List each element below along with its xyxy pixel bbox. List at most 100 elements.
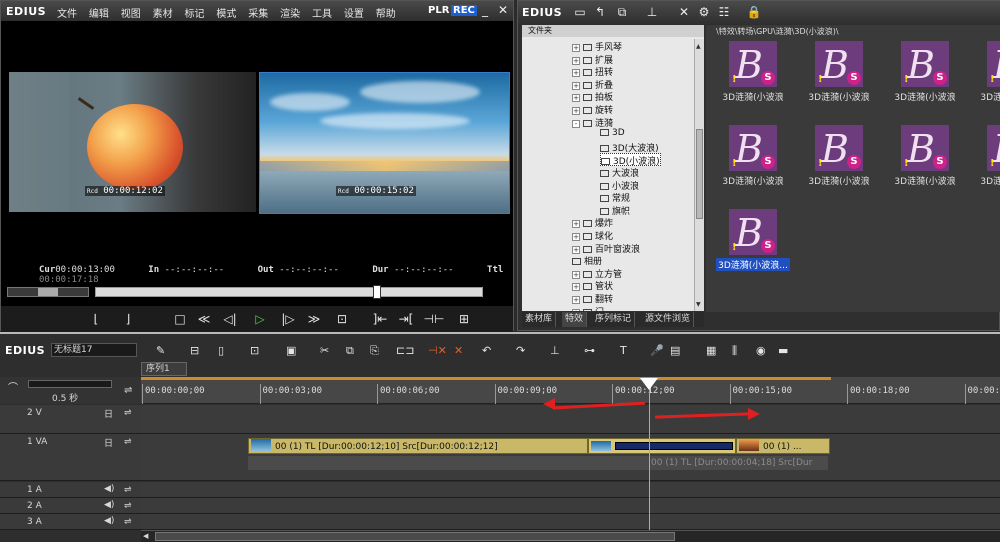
- stop-icon[interactable]: □: [169, 310, 191, 328]
- folder-item[interactable]: 常规: [600, 191, 630, 204]
- folder-item[interactable]: + 折叠: [572, 78, 613, 91]
- scroll-thumb[interactable]: [155, 532, 675, 541]
- folder-item[interactable]: 3D(小波浪): [600, 153, 661, 167]
- folder-item[interactable]: + 旋转: [572, 103, 613, 116]
- timeline-scrollbar[interactable]: ◀: [141, 530, 1000, 542]
- play-icon[interactable]: ▷: [249, 310, 271, 328]
- layout-icon[interactable]: ▦: [706, 344, 716, 357]
- tab-bin[interactable]: 素材库: [522, 312, 557, 327]
- render-icon[interactable]: ▤: [670, 344, 680, 357]
- sync-icon[interactable]: ⇌: [124, 437, 132, 447]
- sync-icon[interactable]: ⇌: [124, 408, 132, 418]
- video-mute-icon[interactable]: 日: [104, 436, 113, 449]
- expand-icon[interactable]: +: [572, 283, 580, 292]
- menu-clip[interactable]: 素材: [153, 5, 173, 20]
- rewind-icon[interactable]: ≪: [193, 310, 215, 328]
- menu-settings[interactable]: 设置: [344, 5, 364, 20]
- properties-icon[interactable]: ⚙: [696, 5, 712, 19]
- folder-item[interactable]: + 管状: [572, 279, 613, 292]
- save-icon[interactable]: ▣: [286, 344, 296, 357]
- tab-sequence-markers[interactable]: 序列标记: [592, 312, 636, 327]
- delete-icon[interactable]: ✕: [676, 5, 692, 19]
- video-mute-icon[interactable]: 日: [104, 407, 113, 420]
- expand-icon[interactable]: +: [572, 44, 580, 52]
- folder-item[interactable]: +门: [572, 305, 604, 311]
- sequence-menu-icon[interactable]: ✎: [156, 344, 165, 357]
- position-bar[interactable]: [95, 287, 483, 297]
- folder-item[interactable]: + 手风琴: [572, 40, 622, 53]
- overwrite-icon[interactable]: ⇥[: [395, 310, 417, 328]
- tab-source-browser[interactable]: 源文件浏览: [642, 312, 695, 327]
- folder-item[interactable]: + 扭转: [572, 65, 613, 78]
- effect-thumbnail[interactable]: B! S 3D涟漪(小波浪: [716, 125, 790, 191]
- snap-icon[interactable]: ⊥: [550, 344, 560, 357]
- effect-thumbnail[interactable]: B! S 3D涟漪(小波浪: [802, 125, 876, 191]
- replace-icon[interactable]: ⊏⊐: [396, 344, 414, 357]
- effect-thumbnail[interactable]: B! S 3D涟漪(小波浪...: [716, 209, 790, 275]
- sync-icon[interactable]: ⇌: [124, 485, 132, 495]
- menu-mode[interactable]: 模式: [216, 5, 236, 20]
- expand-icon[interactable]: +: [572, 69, 580, 78]
- step-forward-icon[interactable]: |▷: [277, 310, 299, 328]
- expand-icon[interactable]: +: [572, 56, 580, 65]
- folder-item[interactable]: + 拍板: [572, 90, 613, 103]
- expand-icon[interactable]: +: [572, 245, 580, 254]
- track-header[interactable]: 3 A ◀) ⇌: [0, 514, 141, 530]
- folder-item[interactable]: - 涟漪: [572, 116, 613, 129]
- folder-icon[interactable]: ▭: [572, 5, 588, 19]
- speaker-icon[interactable]: ◀): [104, 516, 114, 526]
- ripple-icon[interactable]: ⇌: [124, 385, 132, 396]
- new-project-icon[interactable]: ▯: [218, 344, 224, 357]
- menu-capture[interactable]: 采集: [248, 5, 268, 20]
- group-icon[interactable]: ⊶: [584, 344, 595, 357]
- expand-icon[interactable]: +: [572, 270, 580, 279]
- copy-icon[interactable]: ⧉: [614, 5, 630, 20]
- expand-icon[interactable]: +: [572, 308, 580, 311]
- close-icon[interactable]: ✕: [495, 3, 511, 17]
- copy-clip-icon[interactable]: ⧉: [346, 344, 354, 358]
- menu-file[interactable]: 文件: [57, 5, 77, 20]
- track-header[interactable]: 2 V 日 ⇌: [0, 405, 141, 434]
- playhead[interactable]: [649, 379, 650, 542]
- undo-icon[interactable]: ↶: [482, 344, 491, 357]
- menu-view[interactable]: 视图: [121, 5, 141, 20]
- folder-item[interactable]: + 球化: [572, 229, 613, 242]
- folder-item[interactable]: + 爆炸: [572, 216, 613, 229]
- settings-menu-icon[interactable]: ▬: [778, 344, 788, 357]
- expand-icon[interactable]: +: [572, 233, 580, 241]
- clip-1[interactable]: 00 (1) TL [Dur:00:00:12;10] Src[Dur:00:0…: [248, 438, 588, 454]
- shuttle-slider[interactable]: [7, 287, 89, 297]
- rec-button[interactable]: REC: [451, 5, 477, 16]
- folder-scrollbar[interactable]: ▲ ▼: [694, 39, 704, 311]
- tab-effects[interactable]: 特效: [562, 312, 588, 327]
- folder-item[interactable]: 3D: [600, 128, 625, 141]
- loop-icon[interactable]: ⊡: [331, 310, 353, 328]
- clip-2[interactable]: 00 (1) ...: [736, 438, 830, 454]
- shuttle-handle[interactable]: [38, 288, 58, 296]
- effect-thumbnail[interactable]: B! S 3D涟漪(小波浪: [716, 41, 790, 107]
- expand-icon[interactable]: +: [572, 296, 580, 304]
- sequence-tab[interactable]: 序列1: [141, 362, 187, 376]
- effect-thumbnail[interactable]: B! S 3D涟漪(小波浪: [888, 41, 962, 107]
- open-project-icon[interactable]: ⊡: [250, 344, 259, 357]
- redo-icon[interactable]: ↷: [516, 344, 525, 357]
- mixer-icon[interactable]: ⫼: [732, 344, 737, 358]
- sync-icon[interactable]: ⇌: [124, 501, 132, 511]
- set-in-icon[interactable]: ⌊: [85, 310, 107, 328]
- add-track-icon[interactable]: ⊥: [644, 5, 660, 19]
- folder-item[interactable]: + 立方管: [572, 267, 622, 280]
- position-slider-handle[interactable]: [373, 285, 381, 299]
- up-folder-icon[interactable]: ↰: [592, 5, 608, 19]
- collapse-icon[interactable]: -: [572, 119, 580, 128]
- track-height-icon[interactable]: ⌒: [8, 379, 18, 394]
- set-out-icon[interactable]: ⌋: [117, 310, 139, 328]
- menu-tools[interactable]: 工具: [312, 5, 332, 20]
- track-header[interactable]: 1 A ◀) ⇌: [0, 482, 141, 498]
- expand-icon[interactable]: +: [572, 94, 580, 103]
- plr-button[interactable]: PLR: [428, 5, 449, 16]
- folder-item[interactable]: 旗帜: [600, 204, 630, 217]
- transition[interactable]: [588, 438, 736, 454]
- export-icon[interactable]: ⊞: [453, 310, 475, 328]
- playhead-marker[interactable]: [640, 378, 658, 390]
- effect-thumbnail[interactable]: B! S 3D涟漪(小波浪: [888, 125, 962, 191]
